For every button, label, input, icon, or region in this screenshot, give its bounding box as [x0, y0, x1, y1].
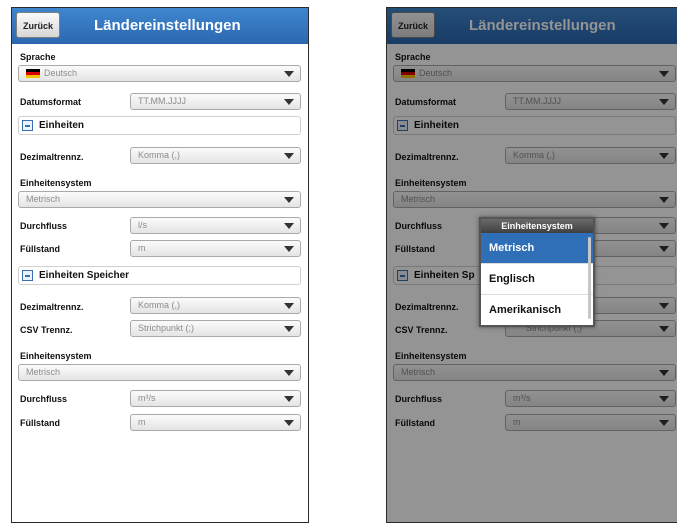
phone-screen-right: Zurück Ländereinstellungen Sprache Deuts… [386, 7, 677, 523]
durchfluss-label: Durchfluss [20, 221, 68, 231]
chevron-down-icon [284, 420, 294, 426]
chevron-down-icon [284, 71, 294, 77]
chevron-down-icon [284, 370, 294, 376]
durchfluss-value: l/s [138, 220, 147, 230]
collapse-minus-icon[interactable] [22, 270, 33, 281]
title-bar: Zurück Ländereinstellungen [12, 8, 308, 44]
speicher-einheitensystem-label: Einheitensystem [20, 351, 92, 361]
csv-select[interactable]: Strichpunkt (;) [130, 320, 301, 337]
sprache-label: Sprache [20, 52, 56, 62]
german-flag-icon [26, 69, 40, 79]
fuellstand-value: m [138, 243, 146, 253]
chevron-down-icon [284, 197, 294, 203]
chevron-down-icon [284, 246, 294, 252]
chevron-down-icon [284, 99, 294, 105]
popup-scrollbar[interactable] [588, 237, 591, 319]
popup-option-metrisch[interactable]: Metrisch [481, 233, 593, 263]
sprache-value: Deutsch [26, 66, 77, 81]
durchfluss-select[interactable]: l/s [130, 217, 301, 234]
sprache-select[interactable]: Deutsch [18, 65, 301, 82]
popup-option-amerikanisch[interactable]: Amerikanisch [481, 294, 593, 325]
popup-title: Einheitensystem [481, 219, 593, 233]
einheitensystem-popup: Einheitensystem Metrisch Englisch Amerik… [479, 217, 595, 327]
csv-label: CSV Trennz. [20, 325, 73, 335]
datumsformat-select[interactable]: TT.MM.JJJJ [130, 93, 301, 110]
einheitensystem-label: Einheitensystem [20, 178, 92, 188]
chevron-down-icon [284, 303, 294, 309]
chevron-down-icon [284, 223, 294, 229]
collapse-minus-icon[interactable] [22, 120, 33, 131]
section-einheiten-speicher[interactable]: Einheiten Speicher [18, 266, 301, 285]
chevron-down-icon [284, 326, 294, 332]
chevron-down-icon [284, 153, 294, 159]
speicher-dezimal-label: Dezimaltrennz. [20, 302, 84, 312]
section-speicher-title: Einheiten Speicher [39, 270, 130, 281]
phone-screen-left: Zurück Ländereinstellungen Sprache Deuts… [11, 7, 309, 523]
speicher-durchfluss-value: m³/s [138, 393, 156, 403]
speicher-einheitensystem-value: Metrisch [26, 367, 61, 377]
speicher-durchfluss-label: Durchfluss [20, 394, 68, 404]
speicher-einheitensystem-select[interactable]: Metrisch [18, 364, 301, 381]
dezimal-select[interactable]: Komma (,) [130, 147, 301, 164]
sprache-value-text: Deutsch [44, 68, 78, 78]
chevron-down-icon [284, 396, 294, 402]
einheitensystem-value: Metrisch [26, 194, 61, 204]
speicher-fuellstand-label: Füllstand [20, 418, 60, 428]
section-einheiten-title: Einheiten [39, 120, 85, 131]
speicher-dezimal-value: Komma (,) [138, 300, 181, 310]
fuellstand-label: Füllstand [20, 244, 60, 254]
dezimal-label: Dezimaltrennz. [20, 152, 84, 162]
page-title: Ländereinstellungen [94, 17, 241, 34]
speicher-dezimal-select[interactable]: Komma (,) [130, 297, 301, 314]
dezimal-value: Komma (,) [138, 150, 181, 160]
speicher-durchfluss-select[interactable]: m³/s [130, 390, 301, 407]
einheitensystem-select[interactable]: Metrisch [18, 191, 301, 208]
popup-option-englisch[interactable]: Englisch [481, 263, 593, 294]
datumsformat-value: TT.MM.JJJJ [138, 96, 186, 106]
speicher-fuellstand-value: m [138, 417, 146, 427]
back-button[interactable]: Zurück [16, 12, 60, 38]
csv-value: Strichpunkt (;) [138, 323, 195, 333]
speicher-fuellstand-select[interactable]: m [130, 414, 301, 431]
fuellstand-select[interactable]: m [130, 240, 301, 257]
datumsformat-label: Datumsformat [20, 97, 82, 107]
section-einheiten[interactable]: Einheiten [18, 116, 301, 135]
